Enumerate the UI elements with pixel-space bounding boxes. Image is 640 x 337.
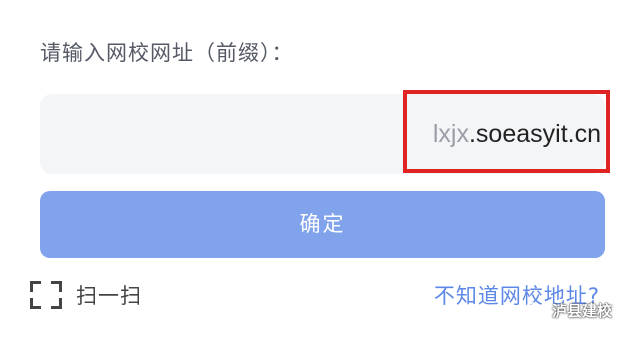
scan-button[interactable]: 扫一扫 [30,279,142,311]
confirm-button[interactable]: 确定 [40,191,605,258]
wechat-icon [525,301,547,319]
scan-frame-icon [30,281,62,309]
url-input-text: lxjx.soeasyit.cn [433,94,601,174]
url-prompt-label: 请输入网校网址（前缀）： [40,41,294,65]
url-prefix-value[interactable]: lxjx [433,120,469,148]
school-url-input[interactable]: lxjx.soeasyit.cn [40,94,605,174]
url-domain-suffix: .soeasyit.cn [468,120,601,148]
watermark: 泸县建校 [525,300,612,321]
watermark-text: 泸县建校 [552,302,613,320]
scan-label: 扫一扫 [76,284,142,308]
login-school-url-screen: 请输入网校网址（前缀）： lxjx.soeasyit.cn 确定 扫一扫 不知道… [0,0,640,337]
